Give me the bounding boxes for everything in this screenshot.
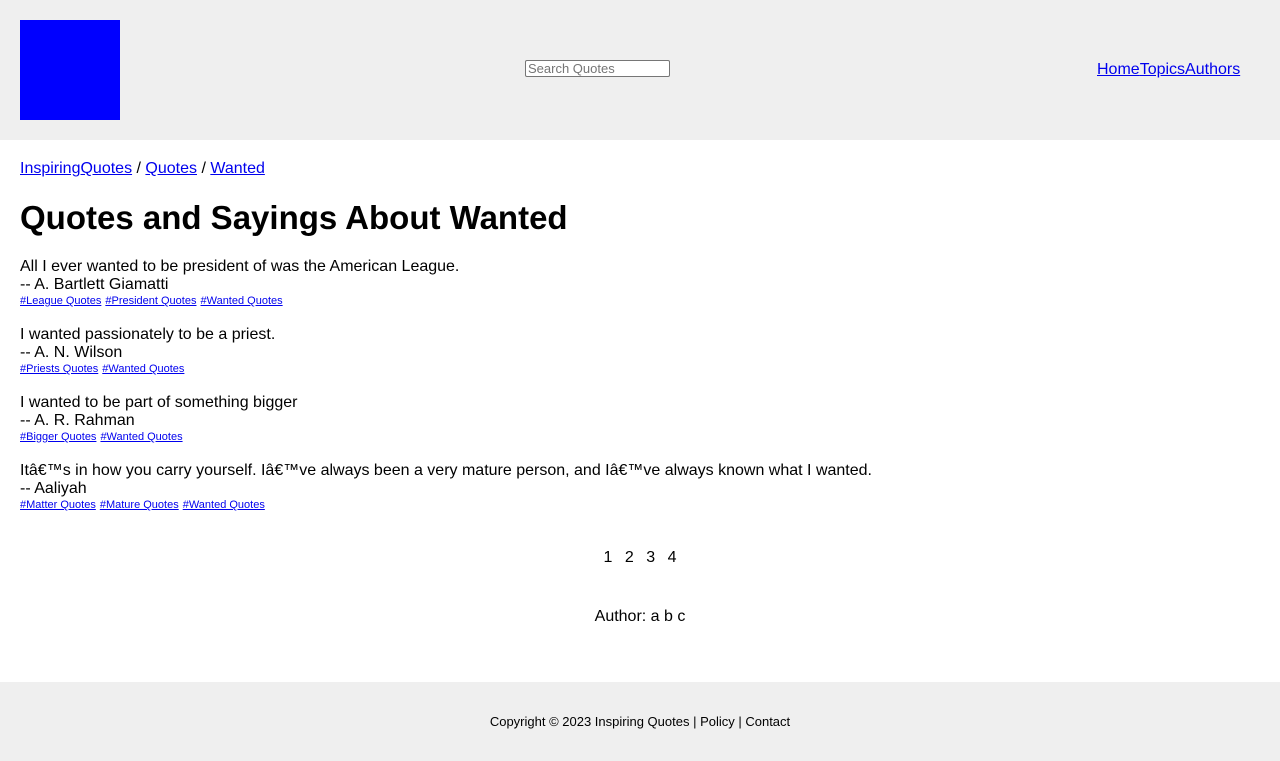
site-logo[interactable] [20,20,120,120]
quote-tags: #Matter Quotes #Mature Quotes #Wanted Quot… [20,498,1260,512]
quote-tags: #Priests Quotes #Wanted Quotes [20,362,1260,376]
author-filter: Author: a b c [594,608,686,625]
breadcrumb-quotes-link[interactable]: Quotes [145,160,197,177]
quote-tags: #League Quotes #President Quotes #Wanted Q… [20,294,1260,308]
tag-link[interactable]: #President Quotes [105,295,196,307]
pagination: 1 2 3 4 [20,549,1260,567]
page-title: Quotes and Sayings About Wanted [20,199,568,236]
nav-home-link[interactable]: Home [1097,60,1140,80]
quote-item: Itâ€™s in how you carry yourself. Iâ€™ve… [20,462,1260,512]
quote-list: All I ever wanted to be president of was… [20,258,1260,512]
quote-text: I wanted to be part of something bigger [20,394,298,411]
quote-text: Itâ€™s in how you carry yourself. Iâ€™ve… [20,462,872,479]
site-footer: Copyright © 2023 Inspiring Quotes | Poli… [0,682,1280,761]
quote-author: -- Aaliyah [20,480,87,497]
tag-link[interactable]: #League Quotes [20,295,101,307]
quote-text: All I ever wanted to be president of was… [20,258,460,275]
quote-item: I wanted passionately to be a priest. --… [20,326,1260,376]
nav-authors-link[interactable]: Authors [1185,60,1240,80]
tag-link[interactable]: #Mature Quotes [100,499,179,511]
tag-link[interactable]: #Bigger Quotes [20,431,96,443]
page-link-2[interactable]: 2 [625,549,634,566]
nav-topics-link[interactable]: Topics [1140,60,1185,80]
quote-author: -- A. N. Wilson [20,344,123,361]
tag-link[interactable]: #Wanted Quotes [200,295,282,307]
breadcrumb: InspiringQuotes / Quotes / Wanted [20,160,1260,178]
tag-link[interactable]: #Matter Quotes [20,499,96,511]
breadcrumb-separator: / [197,160,211,177]
quote-item: All I ever wanted to be president of was… [20,258,1260,308]
quote-author: -- A. R. Rahman [20,412,135,429]
tag-link[interactable]: #Priests Quotes [20,363,98,375]
breadcrumb-site-link[interactable]: InspiringQuotes [20,160,132,177]
tag-link[interactable]: #Wanted Quotes [102,363,184,375]
quote-author: -- A. Bartlett Giamatti [20,276,169,293]
quote-tags: #Bigger Quotes #Wanted Quotes [20,430,1260,444]
quote-item: I wanted to be part of something bigger … [20,394,1260,444]
main-nav: Home Topics Authors [1097,60,1240,80]
tag-link[interactable]: #Wanted Quotes [100,431,182,443]
search-input[interactable] [525,60,670,77]
site-header: Home Topics Authors [0,0,1280,140]
quote-text: I wanted passionately to be a priest. [20,326,276,343]
page-link-1[interactable]: 1 [604,549,613,566]
breadcrumb-separator: / [132,160,146,177]
breadcrumb-topic-link[interactable]: Wanted [210,160,265,177]
main-content: InspiringQuotes / Quotes / Wanted Quotes… [0,140,1280,626]
tag-link[interactable]: #Wanted Quotes [183,499,265,511]
page-link-4[interactable]: 4 [668,549,677,566]
page-link-3[interactable]: 3 [646,549,655,566]
